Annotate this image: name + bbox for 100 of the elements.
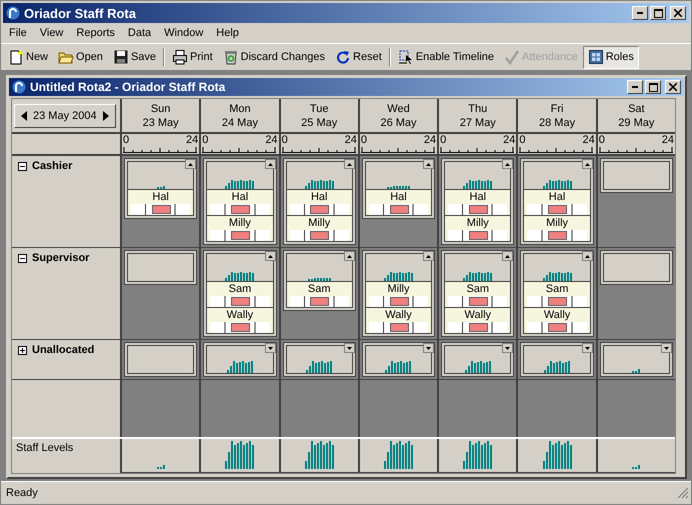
- toolbar-button[interactable]: Reset: [330, 46, 387, 68]
- staffing-histogram: [542, 180, 572, 189]
- shift-timeline[interactable]: [527, 322, 587, 333]
- menu-item[interactable]: Help: [210, 27, 245, 39]
- shift-timeline[interactable]: [448, 204, 508, 215]
- toolbar-button[interactable]: Roles: [582, 46, 639, 68]
- shift-timeline[interactable]: [527, 230, 587, 241]
- shift-bar[interactable]: [390, 205, 409, 214]
- menu-item[interactable]: Data: [122, 27, 158, 39]
- ruler-label: 24: [662, 134, 674, 147]
- shift-bar[interactable]: [390, 297, 409, 306]
- shift-bar[interactable]: [390, 323, 409, 332]
- toolbar-button[interactable]: Discard Changes: [218, 46, 330, 68]
- shift-timeline[interactable]: [448, 296, 508, 307]
- menu-item[interactable]: Window: [158, 27, 210, 39]
- shift-bar[interactable]: [468, 297, 488, 306]
- minimize-button[interactable]: [632, 6, 648, 20]
- ruler-label: 24: [344, 134, 357, 147]
- day-date: 27 May: [460, 116, 496, 130]
- staffing-histogram: [464, 361, 491, 373]
- staffing-histogram: [225, 180, 254, 189]
- shift-timeline[interactable]: [290, 204, 349, 215]
- staffing-histogram: [225, 272, 254, 281]
- shift-timeline[interactable]: [210, 230, 270, 241]
- staff-level-histogram: [304, 441, 334, 469]
- shift-timeline[interactable]: [448, 230, 508, 241]
- collapse-icon[interactable]: [18, 162, 27, 171]
- resize-grip-icon[interactable]: [677, 487, 689, 499]
- ruler-label: 0: [202, 134, 208, 147]
- shift-timeline[interactable]: [368, 204, 428, 215]
- next-arrow-icon[interactable]: [102, 110, 109, 120]
- close-button[interactable]: [665, 80, 681, 94]
- recycle-bin-icon: [222, 49, 239, 65]
- app-logo-icon: [6, 6, 20, 20]
- menu-item[interactable]: View: [34, 27, 70, 39]
- staffing-histogram: [463, 272, 492, 281]
- close-button[interactable]: [670, 6, 686, 20]
- shift-timeline[interactable]: [290, 296, 349, 307]
- previous-arrow-icon[interactable]: [21, 110, 27, 120]
- shift-timeline[interactable]: [131, 204, 190, 215]
- shift-bar[interactable]: [310, 297, 330, 306]
- maximize-button[interactable]: [650, 6, 666, 20]
- shift-bar[interactable]: [468, 231, 488, 240]
- collapse-icon[interactable]: [18, 254, 27, 263]
- minimize-icon: [632, 86, 638, 88]
- shift-bar[interactable]: [468, 323, 488, 332]
- shift-bar[interactable]: [548, 297, 568, 306]
- shift-timeline[interactable]: [290, 230, 349, 241]
- shift-bar[interactable]: [310, 231, 330, 240]
- shift-bar[interactable]: [548, 323, 568, 332]
- staff-name: Hal: [151, 190, 170, 204]
- toolbar-button[interactable]: Enable Timeline: [392, 46, 500, 68]
- staff-name: Wally: [226, 308, 254, 322]
- minimize-button[interactable]: [627, 80, 643, 94]
- shift-bar[interactable]: [548, 231, 568, 240]
- expand-icon[interactable]: [18, 346, 27, 355]
- shift-bar[interactable]: [468, 205, 488, 214]
- ruler-label: 24: [186, 134, 198, 147]
- close-icon: [669, 83, 677, 91]
- menu-item[interactable]: Reports: [70, 27, 121, 39]
- ruler-label: 0: [519, 134, 526, 147]
- shift-timeline[interactable]: [527, 204, 587, 215]
- staff-name: Hal: [389, 190, 408, 204]
- ruler-label: 24: [265, 134, 278, 147]
- staff-name: Milly: [307, 216, 332, 230]
- staff-level-histogram: [632, 465, 640, 469]
- shift-timeline[interactable]: [210, 322, 270, 333]
- staff-level-histogram: [463, 441, 492, 469]
- shift-timeline[interactable]: [368, 296, 428, 307]
- status-text: Ready: [6, 487, 38, 499]
- shift-bar[interactable]: [310, 205, 330, 214]
- staffing-histogram: [384, 272, 413, 281]
- toolbar-button[interactable]: Open: [53, 46, 108, 68]
- toolbar-button[interactable]: Save: [108, 46, 162, 68]
- shift-timeline[interactable]: [527, 296, 587, 307]
- shift-bar[interactable]: [152, 205, 171, 214]
- shift-bar[interactable]: [548, 205, 568, 214]
- shift-timeline[interactable]: [368, 322, 428, 333]
- date-navigator[interactable]: 23 May 2004: [14, 104, 116, 128]
- staffing-histogram: [544, 361, 570, 373]
- day-name: Fri: [550, 102, 564, 116]
- role-name: Cashier: [32, 160, 72, 172]
- staff-name: Sam: [544, 282, 570, 296]
- shift-timeline[interactable]: [448, 322, 508, 333]
- staffing-histogram: [156, 186, 165, 189]
- staffing-histogram: [385, 361, 412, 373]
- day-date: 29 May: [618, 116, 654, 130]
- day-name: Tue: [310, 102, 328, 116]
- toolbar-button[interactable]: New: [3, 46, 54, 68]
- shift-timeline[interactable]: [210, 204, 270, 215]
- day-name: Sun: [150, 102, 170, 116]
- maximize-button[interactable]: [645, 80, 661, 94]
- staff-name: Milly: [466, 216, 490, 230]
- staffing-histogram: [226, 361, 253, 373]
- maximize-icon: [648, 82, 658, 92]
- ruler-label: 0: [123, 134, 130, 147]
- day-name: Mon: [229, 102, 251, 116]
- toolbar-button[interactable]: Print: [167, 46, 218, 68]
- shift-timeline[interactable]: [210, 296, 270, 307]
- menu-item[interactable]: File: [3, 27, 33, 39]
